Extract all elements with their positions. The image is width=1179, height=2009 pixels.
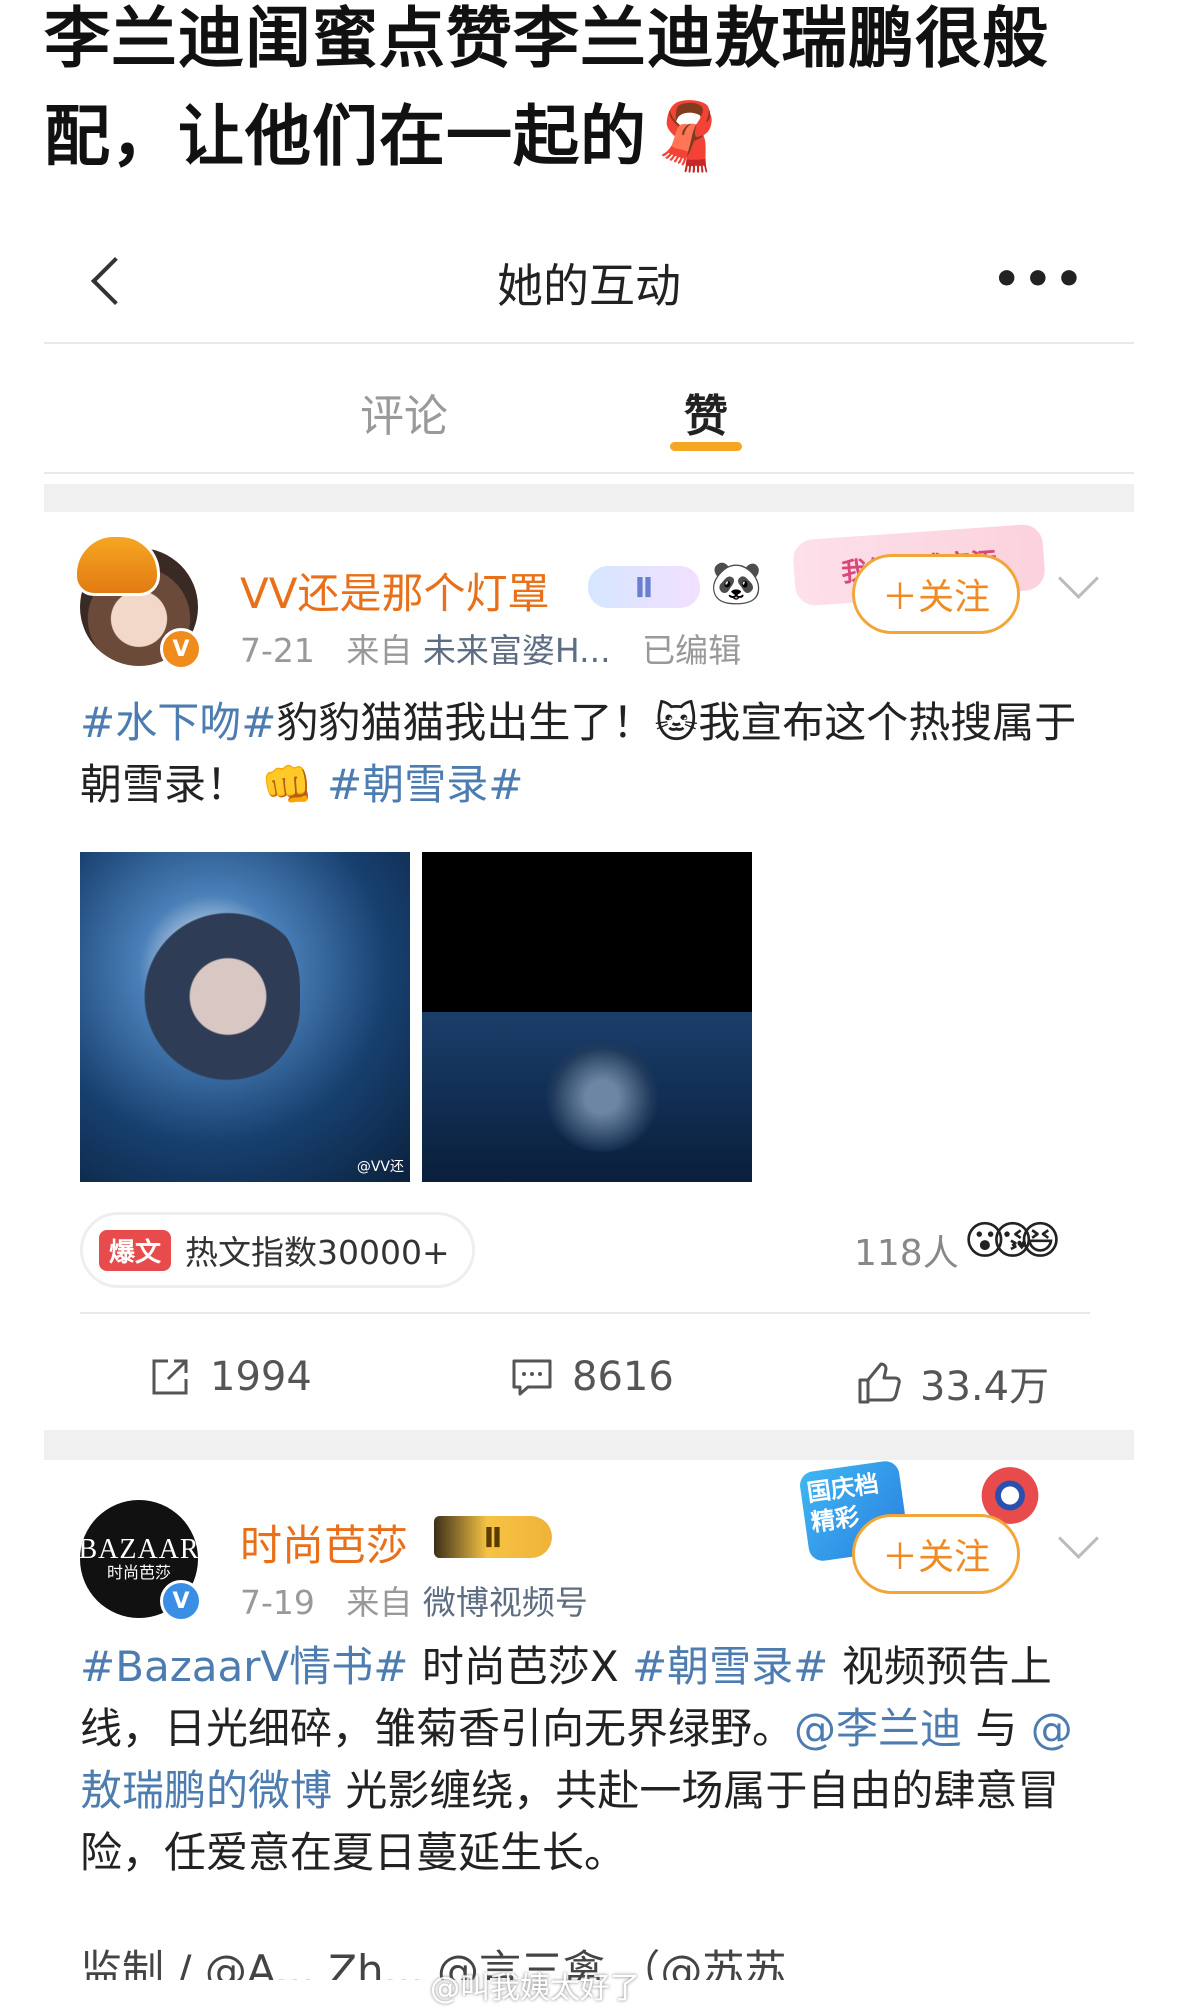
tab-likes[interactable]: 赞: [684, 380, 728, 444]
weibo-screenshot: 她的互动 ••• 评论 赞 V VV还是那个灯罩 Ⅱ 🐼 7-21 来自 未来富…: [44, 190, 1134, 2009]
verified-v-badge-icon: V: [160, 628, 202, 670]
like-count: 33.4万: [920, 1364, 1050, 1410]
section-gap: [44, 1430, 1134, 1460]
tabs-divider: [44, 472, 1134, 474]
surprised-emoji-icon: 😮: [964, 1218, 1006, 1264]
username[interactable]: VV还是那个灯罩: [240, 560, 549, 621]
post-meta: 7-19 来自 微博视频号: [240, 1576, 588, 1624]
thumbs-up-icon: [858, 1362, 901, 1404]
chevron-down-icon[interactable]: [1057, 557, 1100, 600]
page-title: 她的互动: [497, 259, 681, 313]
comment-count: 8616: [572, 1354, 674, 1400]
panda-icon: 🐼: [710, 558, 763, 607]
post-card-1[interactable]: V VV还是那个灯罩 Ⅱ 🐼 7-21 来自 未来富婆H... 已编辑 我们终成…: [44, 512, 1134, 1452]
tiger-decoration-icon: [74, 534, 160, 596]
hot-index-text: 热文指数30000+: [185, 1233, 450, 1272]
active-tab-indicator: [670, 442, 742, 451]
cat-emoji-icon: 🐱: [654, 698, 699, 747]
hot-article-badge[interactable]: 爆文 热文指数30000+: [80, 1212, 475, 1288]
laugh-emoji-icon: 😆: [1019, 1218, 1061, 1264]
avatar[interactable]: BAZAAR 时尚芭莎 V: [80, 1500, 202, 1622]
member-badge-icon: Ⅱ: [588, 566, 700, 608]
hashtag-link[interactable]: #水下吻#: [80, 698, 276, 747]
hashtag-link[interactable]: #朝雪录#: [327, 760, 523, 809]
follow-button[interactable]: ＋关注: [852, 1514, 1020, 1594]
headline-line-1: 李兰迪闺蜜点赞李兰迪敖瑞鹏很般: [44, 0, 1049, 77]
navbar-divider: [44, 342, 1134, 344]
headline: 李兰迪闺蜜点赞李兰迪敖瑞鹏很般 配，让他们在一起的🧣: [44, 0, 1144, 186]
avatar-logo-subtext: 时尚芭莎: [106, 1565, 171, 1582]
follow-button[interactable]: ＋关注: [852, 554, 1020, 634]
post-text-segment: 豹豹猫猫我出生了！: [276, 698, 655, 747]
post-card-2[interactable]: BAZAAR 时尚芭莎 V 时尚芭莎 Ⅱ 7-19 来自 微博视频号 国庆档 精…: [44, 1459, 1134, 2009]
comment-icon: [512, 1359, 552, 1396]
post-image-2[interactable]: [422, 852, 752, 1182]
action-divider: [80, 1312, 1090, 1314]
headline-line-2-text: 配，让他们在一起的: [44, 98, 647, 175]
chevron-down-icon[interactable]: [1057, 1517, 1100, 1560]
headline-line-2: 配，让他们在一起的🧣: [44, 88, 1144, 186]
weibo-watermark: @叫我姨太好了: [430, 1971, 640, 2006]
username[interactable]: 时尚芭莎: [240, 1512, 408, 1573]
avatar[interactable]: V: [74, 534, 202, 670]
post-text-segment: 与: [962, 1704, 1031, 1753]
post-date: 7-21: [240, 631, 315, 670]
source-prefix: 来自: [346, 631, 413, 670]
section-gap: [44, 484, 1134, 512]
crown-badge-icon: Ⅱ: [434, 1516, 552, 1558]
post-text: #水下吻#豹豹猫猫我出生了！🐱我宣布这个热搜属于朝雪录！ 👊 #朝雪录#: [80, 692, 1090, 816]
repost-button[interactable]: 1994: [148, 1354, 312, 1400]
repost-count: 1994: [210, 1354, 312, 1400]
edited-label: 已编辑: [642, 631, 742, 670]
post-meta: 7-21 来自 未来富婆H... 已编辑: [240, 624, 741, 672]
hot-fire-icon: 爆文: [99, 1229, 172, 1271]
fist-emoji-icon: 👊: [261, 760, 314, 809]
share-icon: [152, 1359, 188, 1395]
hashtag-link[interactable]: #BazaarV情书#: [80, 1642, 408, 1691]
post-text: #BazaarV情书# 时尚芭莎X #朝雪录# 视频预告上线，日光细碎，雏菊香引…: [80, 1636, 1090, 1884]
post-source[interactable]: 未来富婆H...: [423, 631, 611, 670]
mention-link[interactable]: @李兰迪: [794, 1704, 962, 1753]
hashtag-link[interactable]: #朝雪录#: [632, 1642, 828, 1691]
image-watermark: @VV还: [356, 1159, 404, 1175]
comment-button[interactable]: 8616: [510, 1354, 674, 1400]
tab-comments[interactable]: 评论: [360, 380, 448, 444]
post-image-1[interactable]: @VV还: [80, 852, 410, 1182]
kiss-emoji-icon: 😘: [991, 1218, 1034, 1264]
post-text-segment: 时尚芭莎X: [408, 1642, 632, 1691]
verified-v-badge-icon: V: [160, 1580, 202, 1622]
post-date: 7-19: [240, 1583, 315, 1622]
post-source[interactable]: 微博视频号: [423, 1583, 588, 1622]
scarf-emoji-icon: 🧣: [647, 98, 731, 175]
like-button[interactable]: 33.4万: [856, 1354, 1049, 1412]
tab-bar: 评论 赞: [44, 360, 1134, 470]
source-prefix: 来自: [346, 1583, 413, 1622]
avatar-logo-text: BAZAAR: [80, 1534, 198, 1565]
reaction-emojis[interactable]: 😮😘😆: [964, 1218, 1061, 1264]
more-dots-icon[interactable]: •••: [993, 254, 1086, 305]
navbar: 她的互动 •••: [44, 230, 1134, 330]
reaction-count: 118人: [854, 1233, 959, 1274]
